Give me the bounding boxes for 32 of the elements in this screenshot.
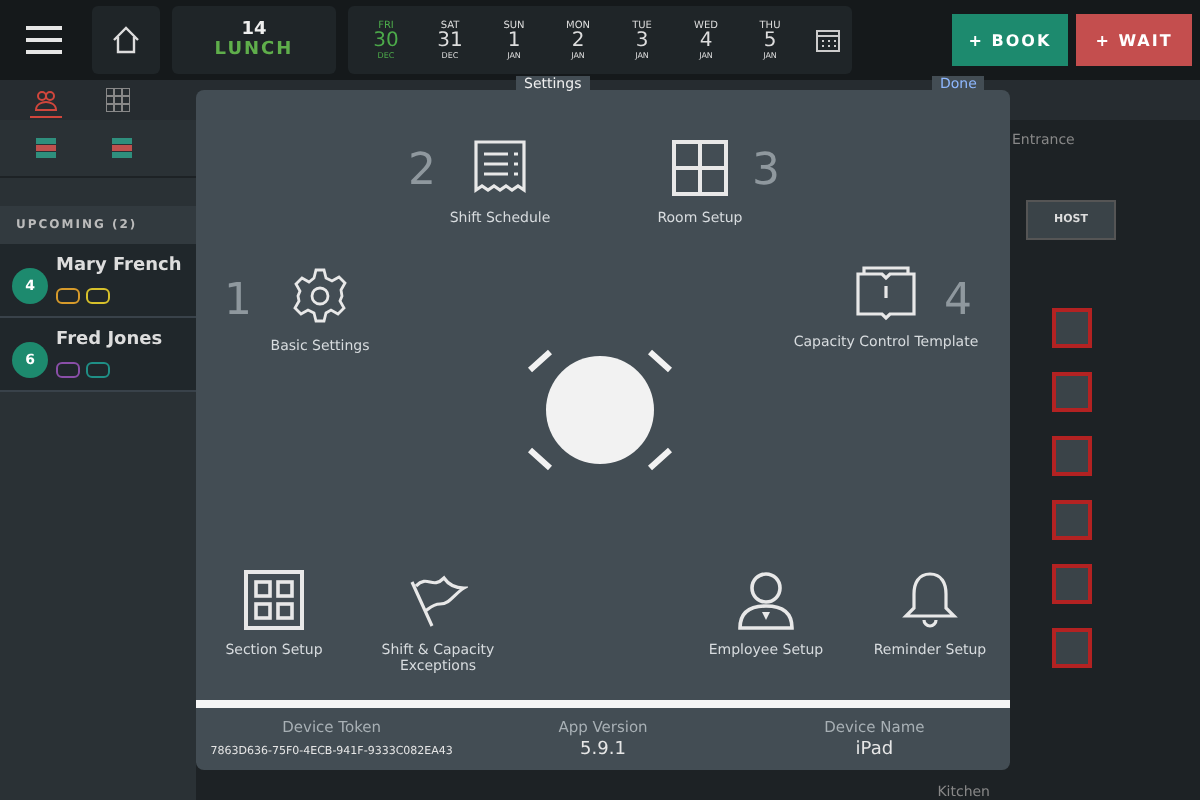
tag-icon: [86, 362, 110, 378]
book-icon[interactable]: [854, 266, 918, 322]
step-number: 3: [752, 150, 780, 194]
bell-icon[interactable]: [902, 570, 958, 630]
receipt-icon[interactable]: [472, 138, 528, 198]
info-value: iPad: [855, 740, 894, 760]
home-icon: [112, 26, 140, 54]
flag-icon[interactable]: [408, 570, 468, 630]
guest-name: Fred Jones: [56, 330, 163, 350]
view-tab[interactable]: [102, 84, 134, 116]
step-number: 2: [408, 150, 436, 194]
action-button[interactable]: + WAIT: [1076, 14, 1192, 66]
guest-name: Mary French: [56, 256, 182, 276]
tag-icon: [86, 288, 110, 304]
person-icon[interactable]: [736, 570, 796, 630]
calendar-icon[interactable]: [816, 28, 840, 52]
step-number: 1: [224, 280, 252, 324]
people-icon: [34, 87, 58, 111]
tag-icon: [56, 362, 80, 378]
list-icon[interactable]: [36, 138, 56, 158]
home-button[interactable]: [92, 6, 160, 74]
step-number: 4: [944, 280, 972, 324]
info-value: 5.9.1: [580, 740, 626, 760]
list-icon[interactable]: [112, 138, 132, 158]
shift-selector[interactable]: 14 LUNCH: [172, 6, 336, 74]
menu-icon: [26, 26, 62, 54]
gear-icon[interactable]: [290, 266, 350, 326]
grid-icon: [106, 88, 130, 112]
action-button[interactable]: + BOOK: [952, 14, 1068, 66]
grid-icon[interactable]: [670, 138, 730, 198]
tag-icon: [56, 288, 80, 304]
grid-icon[interactable]: [244, 570, 304, 630]
